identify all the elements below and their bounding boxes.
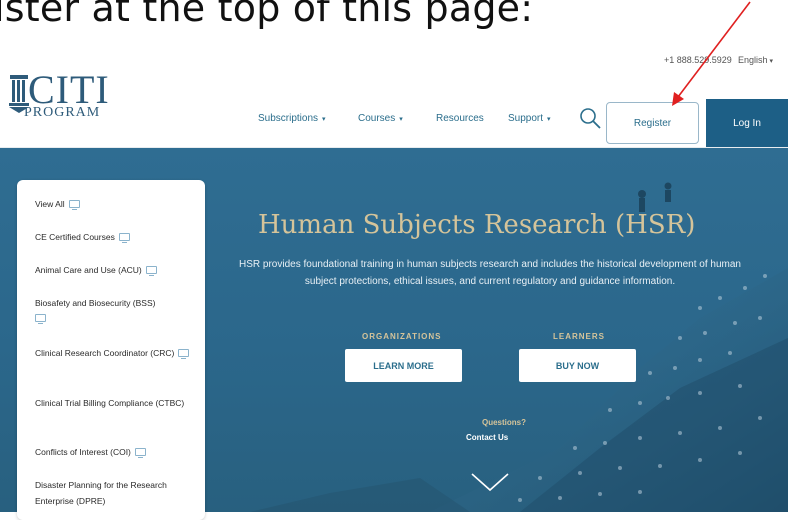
sidebar-item-label: Conflicts of Interest (COI) (35, 447, 131, 457)
nav-label: Subscriptions (258, 113, 319, 124)
sidebar-item-label: Biosafety and Biosecurity (BSS) (35, 298, 156, 308)
nav-subscriptions[interactable]: Subscriptions ▾ (258, 113, 326, 124)
learn-more-button[interactable]: LEARN MORE (345, 349, 462, 382)
hero-description: HSR provides foundational training in hu… (239, 259, 741, 287)
sidebar-item-acu[interactable]: Animal Care and Use (ACU) (35, 262, 195, 278)
register-button[interactable]: Register (606, 102, 699, 144)
screen-icon (68, 200, 80, 210)
sidebar-item-dpre[interactable]: Disaster Planning for the Research Enter… (35, 477, 195, 509)
sidebar-item-ce-certified[interactable]: CE Certified Courses (35, 229, 195, 245)
nav-resources[interactable]: Resources (436, 113, 484, 124)
chevron-down-icon[interactable] (470, 470, 510, 494)
sidebar-item-view-all[interactable]: View All (35, 196, 195, 212)
sidebar-item-label: Animal Care and Use (ACU) (35, 265, 142, 275)
screen-icon (145, 266, 157, 276)
login-button[interactable]: Log In (706, 99, 788, 147)
nav-courses[interactable]: Courses ▾ (358, 113, 403, 124)
logo-subtext: PROGRAM (24, 105, 101, 120)
caret-down-icon: ▾ (322, 116, 326, 123)
sidebar-item-label: CE Certified Courses (35, 232, 115, 242)
hero-title: Human Subjects Research (HSR) (258, 210, 696, 240)
sidebar-item-label: View All (35, 199, 65, 209)
screen-icon (134, 448, 146, 458)
sidebar-item-label: Disaster Planning for the Research Enter… (35, 480, 167, 506)
buy-now-button[interactable]: BUY NOW (519, 349, 636, 382)
caret-down-icon: ▾ (399, 116, 403, 123)
sidebar-item-ctbc[interactable]: Clinical Trial Billing Compliance (CTBC) (35, 395, 195, 411)
sidebar-item-label: Clinical Research Coordinator (CRC) (35, 348, 175, 358)
organizations-label: ORGANIZATIONS (362, 332, 442, 341)
screen-icon (35, 314, 46, 324)
sidebar-item-bss[interactable]: Biosafety and Biosecurity (BSS) (35, 295, 195, 324)
nav-label: Support (508, 113, 544, 124)
questions-label: Questions? (482, 418, 527, 427)
search-icon[interactable] (578, 106, 602, 130)
citi-logo[interactable]: CITI PROGRAM (6, 67, 116, 122)
course-sidebar: View All CE Certified Courses Animal Car… (17, 180, 205, 520)
screen-icon (178, 349, 190, 359)
learners-label: LEARNERS (553, 332, 606, 341)
nav-label: Resources (436, 113, 484, 124)
contact-us-link[interactable]: Contact Us (466, 433, 508, 442)
sidebar-item-crc[interactable]: Clinical Research Coordinator (CRC) (35, 345, 195, 361)
language-selector[interactable]: English (738, 55, 773, 65)
screen-icon (118, 233, 130, 243)
sidebar-item-coi[interactable]: Conflicts of Interest (COI) (35, 444, 195, 460)
phone-number[interactable]: +1 888.529.5929 (664, 55, 732, 65)
caret-down-icon: ▾ (547, 116, 551, 123)
nav-label: Courses (358, 113, 396, 124)
sidebar-item-label: Clinical Trial Billing Compliance (CTBC) (35, 398, 185, 408)
nav-support[interactable]: Support ▾ (508, 113, 551, 124)
slide-caption: ister at the top of this page: (0, 0, 534, 30)
